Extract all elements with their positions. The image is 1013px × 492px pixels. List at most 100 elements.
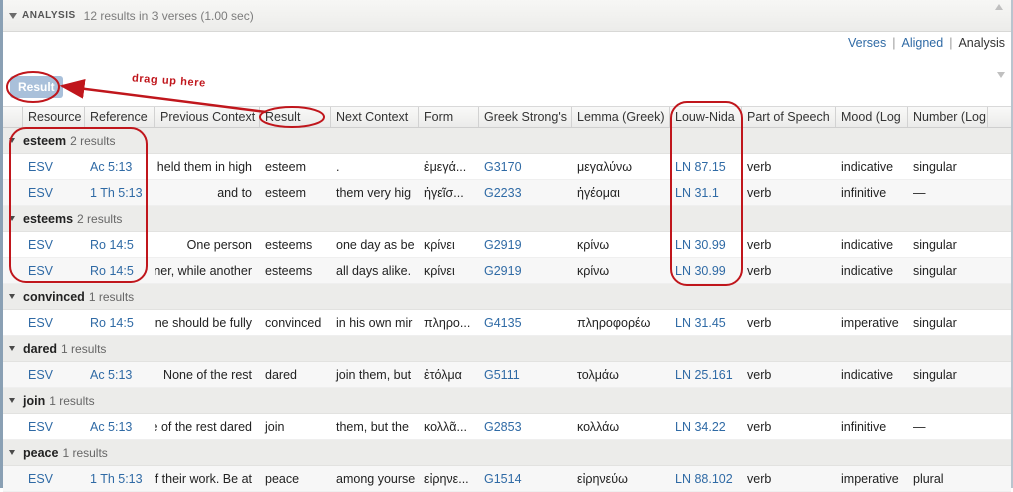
cell-louw-nida[interactable]: LN 87.15: [670, 154, 742, 179]
table-row[interactable]: ESV Ac 5:13 e of the rest dared join them, b…: [3, 414, 1011, 440]
cell-resource[interactable]: ESV: [23, 258, 85, 283]
column-header-resource[interactable]: Resource: [23, 107, 85, 127]
tab-verses[interactable]: Verses: [848, 36, 886, 50]
cell-previous-context: None of the rest: [163, 367, 252, 382]
column-header-mood[interactable]: Mood (Log: [836, 107, 908, 127]
column-header-previous-context[interactable]: Previous Context: [155, 107, 260, 127]
cell-result: esteem: [265, 159, 306, 174]
group-row-esteem[interactable]: esteem 2 results: [3, 128, 1011, 154]
cell-reference[interactable]: Ro 14:5: [85, 310, 155, 335]
cell-mood: infinitive: [841, 185, 887, 200]
group-name: esteems: [23, 211, 74, 226]
cell-greek-strongs[interactable]: G4135: [479, 310, 572, 335]
table-row[interactable]: ESV 1 Th 5:13 and to esteem them very hig ἡγε…: [3, 180, 1011, 206]
cell-resource[interactable]: ESV: [23, 466, 85, 491]
group-row-dared[interactable]: dared 1 results: [3, 336, 1011, 362]
cell-louw-nida[interactable]: LN 88.102: [670, 466, 742, 491]
expand-triangle-icon[interactable]: [9, 346, 15, 351]
expand-triangle-icon[interactable]: [9, 138, 15, 143]
panel-title: ANALYSIS: [22, 10, 76, 21]
cell-greek-strongs[interactable]: G3170: [479, 154, 572, 179]
table-row[interactable]: ESV Ac 5:13 held them in high esteem. ἐμεγά.…: [3, 154, 1011, 180]
table-row[interactable]: ESV 1 Th 5:13 f their work. Be at peace amon…: [3, 466, 1011, 492]
cell-previous-context: One person: [186, 237, 252, 252]
cell-louw-nida[interactable]: LN 25.161: [670, 362, 742, 387]
scroll-down-arrow-icon[interactable]: [997, 72, 1005, 78]
column-header-next-context[interactable]: Next Context: [331, 107, 419, 127]
table-row[interactable]: ESV Ro 14:5 One person esteems one day as be…: [3, 232, 1011, 258]
cell-louw-nida[interactable]: LN 31.1: [670, 180, 742, 205]
cell-louw-nida[interactable]: LN 31.45: [670, 310, 742, 335]
column-header-louw-nida[interactable]: Louw-Nida: [670, 107, 742, 127]
group-count: 1 results: [61, 341, 107, 356]
cell-reference[interactable]: Ac 5:13: [85, 362, 155, 387]
cell-greek-strongs[interactable]: G2919: [479, 258, 572, 283]
group-row-peace[interactable]: peace 1 results: [3, 440, 1011, 466]
row-spacer: [3, 180, 23, 205]
group-row-convinced[interactable]: convinced 1 results: [3, 284, 1011, 310]
cell-resource[interactable]: ESV: [23, 180, 85, 205]
tab-analysis[interactable]: Analysis: [958, 36, 1005, 50]
group-count: 1 results: [88, 289, 135, 304]
cell-resource[interactable]: ESV: [23, 414, 85, 439]
column-header-reference[interactable]: Reference: [85, 107, 155, 127]
cell-part-of-speech: verb: [747, 237, 772, 252]
cell-greek-strongs[interactable]: G2919: [479, 232, 572, 257]
cell-reference[interactable]: Ac 5:13: [85, 414, 155, 439]
table-row[interactable]: ESV Ac 5:13 None of the rest dared join them…: [3, 362, 1011, 388]
column-header-row: Resource Reference Previous Context Resu…: [3, 106, 1011, 128]
group-count: 2 results: [77, 211, 123, 226]
table-row[interactable]: ESV Ro 14:5 ne should be fully convinced in …: [3, 310, 1011, 336]
scroll-up-arrow-icon[interactable]: [995, 4, 1003, 10]
cell-reference[interactable]: 1 Th 5:13: [85, 466, 155, 491]
expand-triangle-icon[interactable]: [9, 294, 15, 299]
cell-reference[interactable]: Ro 14:5: [85, 258, 155, 283]
group-row-esteems[interactable]: esteems 2 results: [3, 206, 1011, 232]
group-name: dared: [23, 341, 58, 356]
column-header-part-of-speech[interactable]: Part of Speech: [742, 107, 836, 127]
row-spacer: [3, 466, 23, 491]
cell-louw-nida[interactable]: LN 30.99: [670, 232, 742, 257]
expand-triangle-icon[interactable]: [9, 398, 15, 403]
cell-greek-strongs[interactable]: G2853: [479, 414, 572, 439]
cell-louw-nida[interactable]: LN 30.99: [670, 258, 742, 283]
cell-resource[interactable]: ESV: [23, 362, 85, 387]
cell-resource[interactable]: ESV: [23, 310, 85, 335]
panel-header[interactable]: ANALYSIS 12 results in 3 verses (1.00 se…: [3, 0, 1011, 32]
cell-next-context: them very hig: [336, 185, 412, 200]
cell-reference[interactable]: Ro 14:5: [85, 232, 155, 257]
column-header-form[interactable]: Form: [419, 107, 479, 127]
expand-triangle-icon[interactable]: [9, 216, 15, 221]
cell-form: ἡγεῖσ...: [424, 185, 464, 200]
cell-number: singular: [913, 315, 957, 330]
row-spacer: [3, 232, 23, 257]
cell-greek-strongs[interactable]: G2233: [479, 180, 572, 205]
cell-next-context: .: [336, 159, 340, 174]
cell-lemma: μεγαλύνω: [577, 159, 633, 174]
group-count: 1 results: [49, 393, 95, 408]
tab-aligned[interactable]: Aligned: [902, 36, 944, 50]
cell-mood: indicative: [841, 237, 894, 252]
cell-mood: indicative: [841, 263, 894, 278]
table-row[interactable]: ESV Ro 14:5 ner, while another esteems all d…: [3, 258, 1011, 284]
cell-resource[interactable]: ESV: [23, 154, 85, 179]
cell-greek-strongs[interactable]: G5111: [479, 362, 572, 387]
cell-greek-strongs[interactable]: G1514: [479, 466, 572, 491]
group-by-result-pill[interactable]: Result: [10, 76, 63, 98]
column-header-result[interactable]: Result: [260, 107, 331, 127]
column-header-lemma-greek[interactable]: Lemma (Greek): [572, 107, 670, 127]
expand-triangle-icon[interactable]: [9, 450, 15, 455]
cell-reference[interactable]: 1 Th 5:13: [85, 180, 155, 205]
cell-part-of-speech: verb: [747, 185, 772, 200]
results-table: esteem 2 results ESV Ac 5:13 held them in hi…: [3, 128, 1011, 492]
cell-louw-nida[interactable]: LN 34.22: [670, 414, 742, 439]
column-header-number[interactable]: Number (Log: [908, 107, 988, 127]
column-header-greek-strongs[interactable]: Greek Strong's: [479, 107, 572, 127]
cell-part-of-speech: verb: [747, 471, 772, 486]
group-row-join[interactable]: join 1 results: [3, 388, 1011, 414]
collapse-triangle-icon[interactable]: [9, 12, 17, 19]
cell-reference[interactable]: Ac 5:13: [85, 154, 155, 179]
column-spacer: [3, 107, 23, 127]
group-name: esteem: [23, 133, 67, 148]
cell-resource[interactable]: ESV: [23, 232, 85, 257]
